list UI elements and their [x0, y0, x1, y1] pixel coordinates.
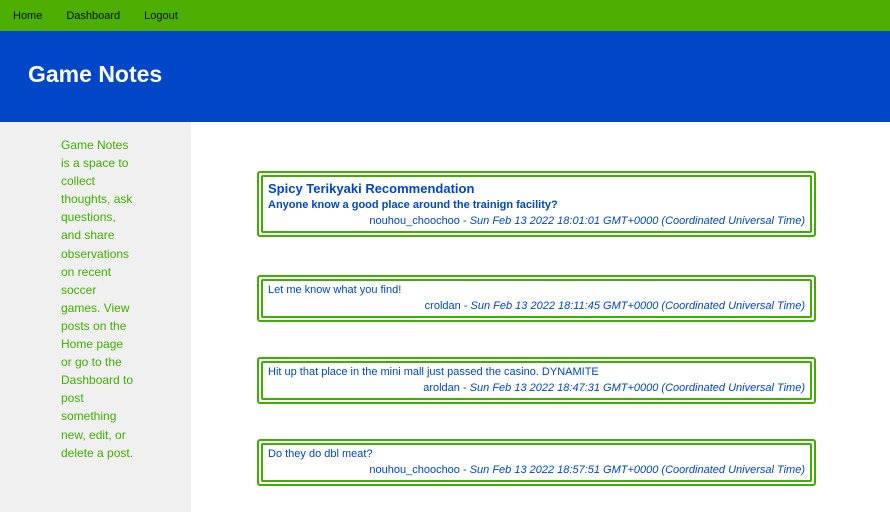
site-banner: Game Notes [0, 31, 890, 122]
nav-home-link[interactable]: Home [13, 10, 42, 22]
post-body: Anyone know a good place around the trai… [268, 199, 558, 211]
post-author: nouhou_choochoo [369, 215, 460, 227]
main-content: Spicy Terikyaki Recommendation Anyone kn… [191, 122, 890, 512]
comment-card-inner: Let me know what you find! croldan - Sun… [261, 279, 812, 318]
comment-card[interactable]: Let me know what you find! croldan - Sun… [257, 275, 816, 322]
comment-card-inner: Do they do dbl meat? nouhou_choochoo - S… [261, 443, 812, 482]
post-meta: nouhou_choochoo - Sun Feb 13 2022 18:01:… [369, 215, 805, 227]
comment-author: nouhou_choochoo [369, 464, 460, 476]
sidebar: Game Notes is a space to collect thought… [0, 122, 191, 512]
comment-date: Sun Feb 13 2022 18:11:45 GMT+0000 (Coord… [470, 300, 805, 312]
comment-card[interactable]: Hit up that place in the mini mall just … [257, 357, 816, 404]
nav-dashboard-link[interactable]: Dashboard [66, 10, 120, 22]
top-nav: Home Dashboard Logout [0, 0, 890, 31]
comment-card-inner: Hit up that place in the mini mall just … [261, 361, 812, 400]
comment-meta: croldan - Sun Feb 13 2022 18:11:45 GMT+0… [424, 300, 805, 312]
comment-author: aroldan [423, 382, 460, 394]
site-title: Game Notes [28, 61, 163, 87]
sidebar-description: Game Notes is a space to collect thought… [61, 138, 134, 460]
comment-body: Do they do dbl meat? [268, 448, 373, 460]
comment-card[interactable]: Do they do dbl meat? nouhou_choochoo - S… [257, 439, 816, 486]
comment-author: croldan [424, 300, 461, 312]
post-title: Spicy Terikyaki Recommendation [268, 181, 475, 196]
comment-date: Sun Feb 13 2022 18:57:51 GMT+0000 (Coord… [469, 464, 805, 476]
post-date: Sun Feb 13 2022 18:01:01 GMT+0000 (Coord… [469, 215, 805, 227]
comment-meta: aroldan - Sun Feb 13 2022 18:47:31 GMT+0… [423, 382, 805, 394]
comment-body: Hit up that place in the mini mall just … [268, 366, 599, 378]
post-card-inner: Spicy Terikyaki Recommendation Anyone kn… [261, 175, 812, 233]
comment-body: Let me know what you find! [268, 284, 402, 296]
post-card[interactable]: Spicy Terikyaki Recommendation Anyone kn… [257, 171, 816, 237]
comment-meta: nouhou_choochoo - Sun Feb 13 2022 18:57:… [369, 464, 805, 476]
comment-date: Sun Feb 13 2022 18:47:31 GMT+0000 (Coord… [469, 382, 805, 394]
nav-logout-link[interactable]: Logout [144, 10, 178, 22]
